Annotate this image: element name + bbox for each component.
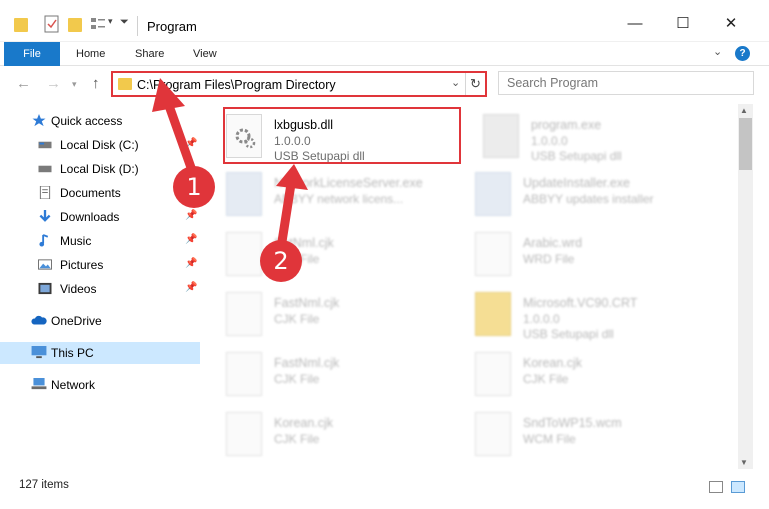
step-badge-1: 1 xyxy=(173,166,215,208)
arrow-1 xyxy=(162,95,199,181)
arrow-1-head xyxy=(152,78,185,112)
annotation-arrows xyxy=(152,78,308,253)
arrow-2 xyxy=(276,179,296,253)
step-badge-2: 2 xyxy=(260,240,302,282)
arrow-2-head xyxy=(276,164,308,190)
